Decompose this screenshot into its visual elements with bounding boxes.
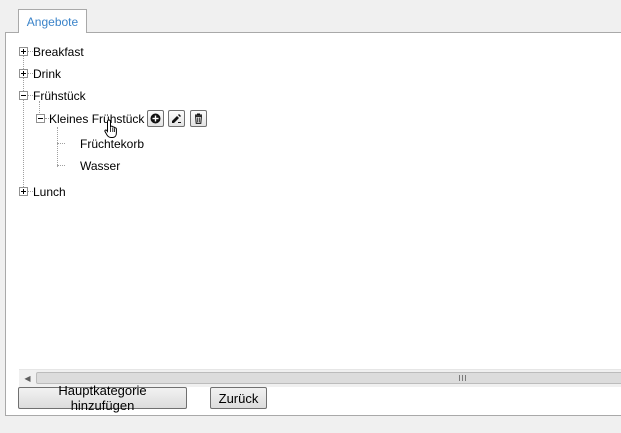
- tree-item-kleines-fruehstueck[interactable]: Kleines Frühstück: [49, 112, 144, 126]
- expand-breakfast-icon[interactable]: [19, 47, 28, 56]
- tree-item-fruechtekorb[interactable]: Früchtekorb: [80, 137, 144, 151]
- collapse-kleines-fruehstueck-icon[interactable]: [36, 114, 45, 123]
- category-tree: Breakfast Drink Frühstück Kleines Frühst…: [6, 33, 621, 415]
- edit-icon[interactable]: [168, 110, 185, 127]
- scroll-grip-icon: [459, 375, 467, 381]
- add-main-category-button[interactable]: Hauptkategorie hinzufügen: [18, 383, 187, 413]
- tree-item-breakfast[interactable]: Breakfast: [33, 45, 84, 59]
- tree-connector: [57, 127, 59, 167]
- tree-connector: [57, 165, 65, 167]
- back-button[interactable]: Zurück: [210, 387, 267, 409]
- tree-item-drink[interactable]: Drink: [33, 67, 61, 81]
- delete-icon[interactable]: [190, 110, 207, 127]
- tree-connector: [57, 143, 65, 145]
- hand-cursor-icon: [104, 119, 117, 138]
- tab-label: Angebote: [26, 14, 79, 29]
- tree-item-fruehstueck[interactable]: Frühstück: [33, 89, 86, 103]
- tab-angebote[interactable]: Angebote: [18, 9, 87, 34]
- expand-lunch-icon[interactable]: [19, 187, 28, 196]
- tree-item-wasser[interactable]: Wasser: [80, 159, 120, 173]
- expand-drink-icon[interactable]: [19, 69, 28, 78]
- collapse-fruehstueck-icon[interactable]: [19, 91, 28, 100]
- tree-item-lunch[interactable]: Lunch: [33, 185, 66, 199]
- add-icon[interactable]: [147, 110, 164, 127]
- tab-panel: Breakfast Drink Frühstück Kleines Frühst…: [5, 32, 621, 416]
